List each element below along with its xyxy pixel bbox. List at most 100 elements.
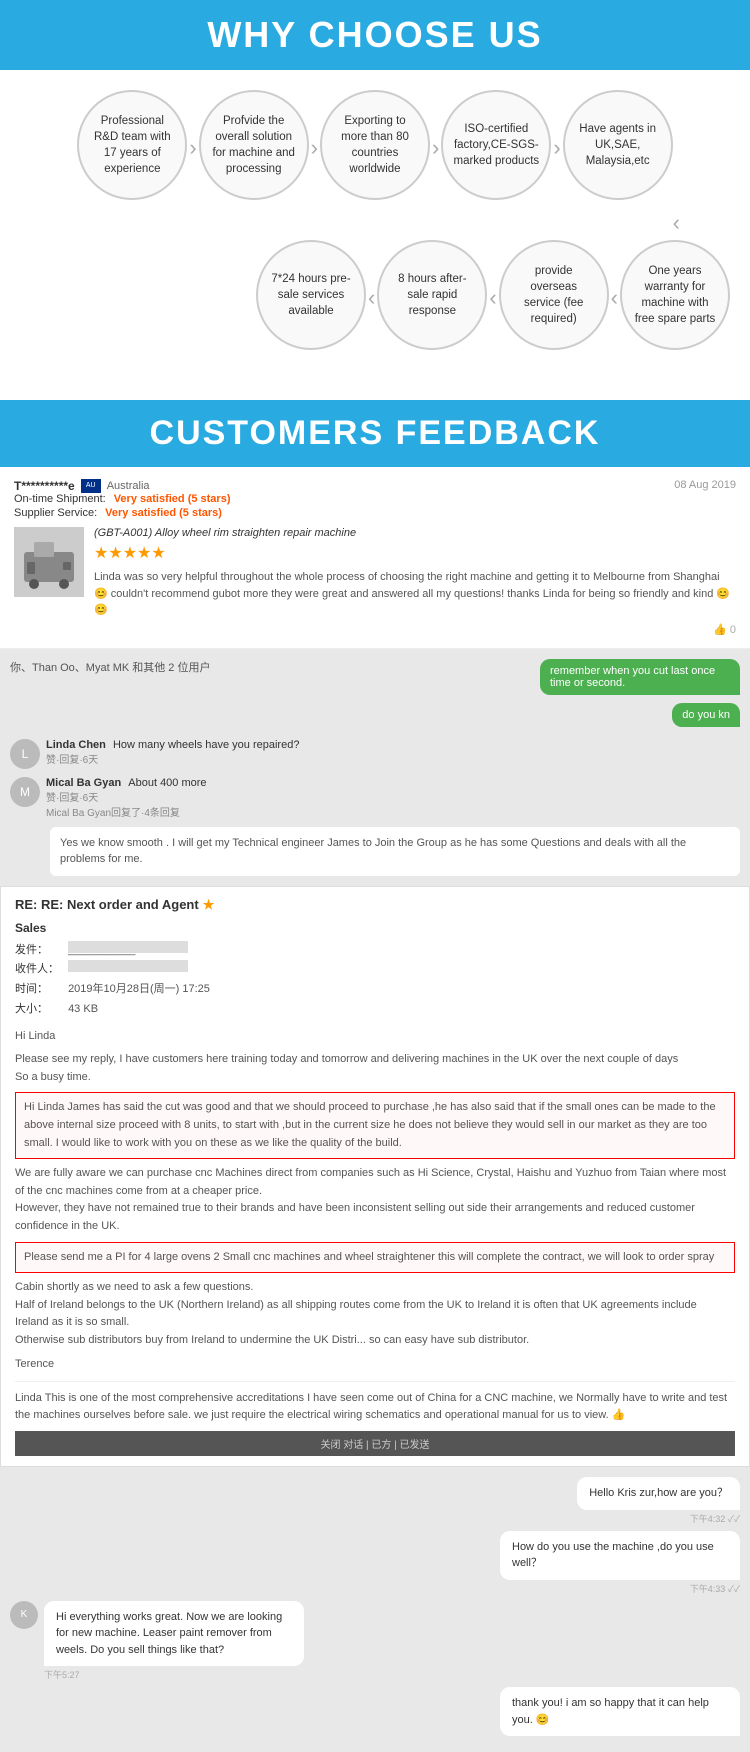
feedback-section: T**********e AU Australia On-time Shipme… bbox=[0, 467, 750, 1752]
email-from: 发件： ___________ bbox=[15, 941, 735, 961]
feature-item-7: 8 hours after-sale rapid response bbox=[377, 240, 487, 350]
email-body1: Please see my reply, I have customers he… bbox=[15, 1051, 735, 1086]
review-body: (GBT-A001) Alloy wheel rim straighten re… bbox=[14, 527, 736, 619]
email-greeting: Hi Linda bbox=[15, 1028, 735, 1046]
arrow-3: › bbox=[430, 90, 441, 161]
country: Australia bbox=[107, 480, 150, 492]
email-sign: Terence bbox=[15, 1356, 735, 1374]
chat-right-msg-2: How do you use the machine ,do you use w… bbox=[500, 1531, 740, 1595]
mical-reply-sub: Mical Ba Gyan回复了·4条回复 bbox=[46, 804, 740, 819]
chat-right-msg-1: Hello Kris zur,how are you？ 下午4:32 ✓✓ bbox=[577, 1477, 740, 1525]
username: T**********e bbox=[14, 479, 75, 493]
feature-item-5: Have agents in UK,SAE, Malaysia,etc bbox=[563, 90, 673, 200]
reply-bubble-container: Yes we know smooth . I will get my Techn… bbox=[50, 827, 740, 876]
customers-feedback-title: CUSTOMERS FEEDBACK bbox=[0, 414, 750, 453]
machine-svg bbox=[19, 532, 79, 592]
stars-row: ★★★★★ bbox=[94, 543, 736, 563]
feature-circle-9: One years warranty for machine with free… bbox=[620, 240, 730, 350]
email-body3: Cabin shortly as we need to ask a few qu… bbox=[15, 1279, 735, 1349]
features-row-2: 7*24 hours pre-sale services available ‹… bbox=[10, 240, 740, 350]
bottom-chat-left: K Hi everything works great. Now we are … bbox=[10, 1601, 740, 1682]
mical-answer: About 400 more bbox=[128, 777, 206, 789]
chat-time-1: 下午4:32 ✓✓ bbox=[577, 1512, 740, 1525]
left-bubble: Hi everything works great. Now we are lo… bbox=[44, 1601, 304, 1667]
linda-sub: 赞·回复·6天 bbox=[46, 751, 740, 766]
linda-question: How many wheels have you repaired? bbox=[113, 739, 300, 751]
feature-circle-7: 8 hours after-sale rapid response bbox=[377, 240, 487, 350]
feature-circle-6: 7*24 hours pre-sale services available bbox=[256, 240, 366, 350]
features-row-1: Professional R&D team with 17 years of e… bbox=[10, 90, 740, 200]
customers-feedback-header: CUSTOMERS FEEDBACK bbox=[0, 400, 750, 467]
review-ratings: On-time Shipment: Very satisfied (5 star… bbox=[14, 493, 231, 519]
email-section: RE: RE: Next order and Agent ★ Sales 发件：… bbox=[0, 886, 750, 1468]
email-to: 收件人： bbox=[15, 960, 735, 980]
email-testimonial: Linda This is one of the most comprehens… bbox=[15, 1381, 735, 1423]
review-date: 08 Aug 2019 bbox=[674, 479, 736, 521]
review-user: T**********e AU Australia bbox=[14, 479, 231, 493]
like-count: 0 bbox=[730, 624, 736, 636]
mical-avatar: M bbox=[10, 777, 40, 807]
chat-message-mical: M Mical Ba Gyan About 400 more 赞·回复·6天 M… bbox=[10, 777, 740, 819]
review-product-info: (GBT-A001) Alloy wheel rim straighten re… bbox=[94, 527, 736, 619]
feature-item-8: provide overseas service (fee required) bbox=[499, 240, 609, 350]
rating-supplier: Supplier Service: Very satisfied (5 star… bbox=[14, 507, 231, 519]
arrow-6: ‹ bbox=[487, 240, 498, 311]
chat-bubble-2: do you kn bbox=[672, 703, 740, 727]
arrow-4: › bbox=[551, 90, 562, 161]
email-size: 大小： 43 KB bbox=[15, 1000, 735, 1020]
email-date: 时间： 2019年10月28日(周一) 17:25 bbox=[15, 980, 735, 1000]
email-highlight2: Please send me a PI for 4 large ovens 2 … bbox=[15, 1242, 735, 1274]
feature-item-1: Professional R&D team with 17 years of e… bbox=[77, 90, 187, 200]
arrow-1: › bbox=[187, 90, 198, 161]
review-footer: 👍 0 bbox=[14, 623, 736, 636]
mical-sub: 赞·回复·6天 bbox=[46, 789, 740, 804]
arrow-2: › bbox=[309, 90, 320, 161]
star-icon: ★ bbox=[203, 897, 215, 913]
mical-message: Mical Ba Gyan About 400 more 赞·回复·6天 Mic… bbox=[46, 777, 740, 819]
review-text: Linda was so very helpful throughout the… bbox=[94, 569, 736, 619]
down-arrow-icon: ‹ bbox=[673, 210, 680, 236]
review-card: T**********e AU Australia On-time Shipme… bbox=[0, 467, 750, 649]
feature-circle-4: ISO-certified factory,CE-SGS-marked prod… bbox=[441, 90, 551, 200]
bottom-chat: Hello Kris zur,how are you？ 下午4:32 ✓✓ Ho… bbox=[0, 1467, 750, 1752]
reply-bubble: Yes we know smooth . I will get my Techn… bbox=[50, 827, 740, 876]
reply-time: 下午5:27 bbox=[44, 1668, 304, 1681]
feature-item-2: Profvide the overall solution for machin… bbox=[199, 90, 309, 200]
down-arrow-container: ‹ bbox=[10, 210, 740, 236]
chat-group-label: 你、Than Oo、Myat MK 和其他 2 位用户 bbox=[10, 659, 540, 675]
feature-item-6: 7*24 hours pre-sale services available bbox=[256, 240, 366, 350]
email-sales-label: Sales bbox=[15, 921, 735, 935]
chat-bubble-hello: Hello Kris zur,how are you？ bbox=[577, 1477, 740, 1510]
email-highlight1: Hi Linda James has said the cut was good… bbox=[15, 1092, 735, 1159]
reply-avatar: K bbox=[10, 1601, 38, 1629]
chat-bubble-how: How do you use the machine ,do you use w… bbox=[500, 1531, 740, 1580]
why-choose-us-header: WHY CHOOSE US bbox=[0, 0, 750, 70]
review-user-info: T**********e AU Australia On-time Shipme… bbox=[14, 479, 231, 521]
review-header: T**********e AU Australia On-time Shipme… bbox=[14, 479, 736, 521]
linda-message: Linda Chen How many wheels have you repa… bbox=[46, 739, 740, 766]
linda-avatar: L bbox=[10, 739, 40, 769]
chat-message-linda: L Linda Chen How many wheels have you re… bbox=[10, 739, 740, 769]
feature-item-9: One years warranty for machine with free… bbox=[620, 240, 730, 350]
thumb-up-icon: 👍 bbox=[713, 624, 727, 636]
arrow-7: ‹ bbox=[609, 240, 620, 311]
email-body: Hi Linda Please see my reply, I have cus… bbox=[15, 1028, 735, 1424]
arrow-5: ‹ bbox=[366, 240, 377, 311]
chat-time-2: 下午4:33 ✓✓ bbox=[500, 1582, 740, 1595]
chat-bubble-1: remember when you cut last once time or … bbox=[540, 659, 740, 695]
feature-item-3: Exporting to more than 80 countries worl… bbox=[320, 90, 430, 200]
feature-circle-5: Have agents in UK,SAE, Malaysia,etc bbox=[563, 90, 673, 200]
product-image bbox=[14, 527, 84, 597]
bottom-chat-right-1: Hello Kris zur,how are you？ 下午4:32 ✓✓ bbox=[10, 1477, 740, 1525]
email-meta: 发件： ___________ 收件人： 时间： 2019年10月28日(周一)… bbox=[15, 941, 735, 1020]
linda-sender: Linda Chen How many wheels have you repa… bbox=[46, 739, 740, 751]
why-choose-us-title: WHY CHOOSE US bbox=[0, 14, 750, 56]
rating-shipment: On-time Shipment: Very satisfied (5 star… bbox=[14, 493, 231, 505]
product-title: (GBT-A001) Alloy wheel rim straighten re… bbox=[94, 527, 736, 539]
email-subject: RE: RE: Next order and Agent ★ bbox=[15, 897, 735, 913]
flag-au-icon: AU bbox=[81, 479, 101, 493]
features-section: Professional R&D team with 17 years of e… bbox=[0, 70, 750, 390]
email-body2: We are fully aware we can purchase cnc M… bbox=[15, 1165, 735, 1235]
bottom-chat-right-3: thank you! i am so happy that it can hel… bbox=[10, 1687, 740, 1736]
feature-circle-2: Profvide the overall solution for machin… bbox=[199, 90, 309, 200]
